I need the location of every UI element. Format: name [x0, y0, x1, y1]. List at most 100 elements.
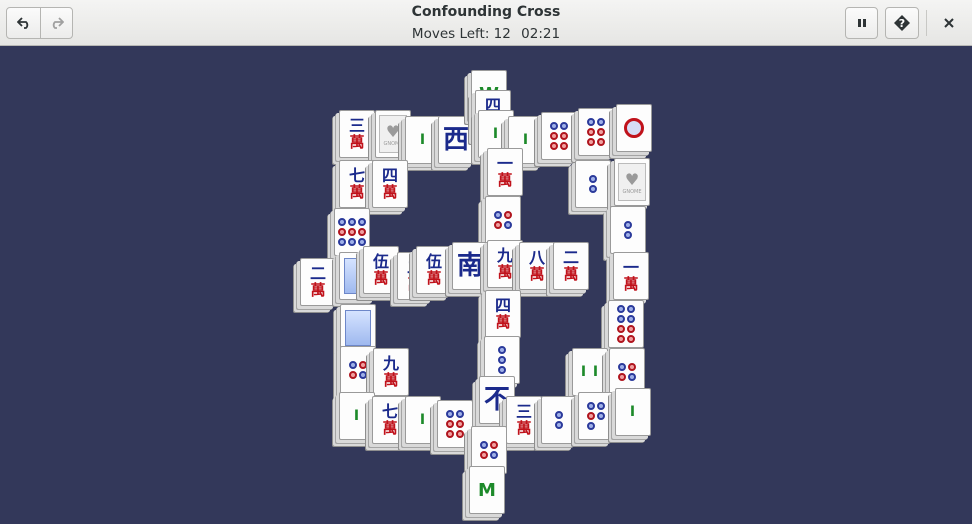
gnome-foot-symbol: ♥ [385, 121, 401, 141]
tile-wan-glyph: 萬 [529, 265, 545, 283]
tile-wan-glyph: 萬 [623, 275, 639, 293]
tile-wan-glyph: 萬 [495, 313, 511, 331]
circle-dots [618, 363, 636, 381]
circle-dot-icon [338, 228, 346, 236]
tile-wan-glyph: 萬 [497, 263, 513, 281]
circle-icon [624, 118, 644, 138]
mahjong-tile[interactable]: 三萬 [506, 396, 542, 444]
circle-dot-icon [587, 402, 595, 410]
mahjong-tile[interactable] [541, 396, 577, 444]
mahjong-tile[interactable] [437, 400, 473, 448]
circle-dot-icon [348, 228, 356, 236]
circle-dot-icon [494, 221, 502, 229]
mahjong-tile[interactable]: M [469, 466, 505, 514]
mahjong-tile[interactable]: 三萬 [339, 110, 375, 158]
mahjong-tile[interactable]: 四萬 [485, 290, 521, 338]
mahjong-tile[interactable]: 七萬 [339, 160, 375, 208]
circle-dot-icon [560, 122, 568, 130]
circle-dot-icon [550, 132, 558, 140]
mahjong-tile[interactable]: 二萬 [300, 258, 336, 306]
circle-dots [617, 305, 635, 343]
timer: 02:21 [521, 26, 561, 42]
mahjong-tile[interactable]: 八萬 [519, 242, 555, 290]
tile-wan-glyph: 萬 [516, 419, 532, 437]
mahjong-tile[interactable]: ♥ GNOME [614, 158, 650, 206]
circle-dots [338, 218, 366, 246]
circle-dot-icon [617, 305, 625, 313]
circle-dot-icon [587, 128, 595, 136]
circle-dot-icon [618, 373, 626, 381]
circle-dots [587, 118, 605, 146]
circle-dot-icon [555, 421, 563, 429]
mahjong-tile[interactable]: I [615, 388, 651, 436]
tile-number-glyph: 二 [562, 248, 579, 267]
header-separator [926, 10, 927, 36]
mahjong-tile[interactable] [485, 196, 521, 244]
circle-dot-icon [456, 420, 464, 428]
mahjong-tile[interactable] [541, 112, 577, 160]
mahjong-tile[interactable]: 一萬 [487, 148, 523, 196]
circle-dots [589, 175, 597, 193]
circle-dot-icon [359, 371, 367, 379]
mahjong-tile[interactable]: 四萬 [372, 160, 408, 208]
mahjong-tile[interactable]: 伍萬 [363, 246, 399, 294]
mahjong-tile[interactable] [578, 108, 614, 156]
circle-dot-icon [587, 118, 595, 126]
mahjong-tile[interactable]: I [405, 396, 441, 444]
header-bar: Confounding Cross Moves Left: 12 02:21 ? [0, 0, 972, 46]
close-button[interactable] [934, 7, 964, 39]
mahjong-tile[interactable] [340, 304, 376, 352]
mahjong-tile[interactable]: I [339, 392, 375, 440]
pause-button[interactable] [845, 7, 878, 39]
circle-dot-icon [624, 221, 632, 229]
circle-dot-icon [597, 412, 605, 420]
circle-dot-icon [359, 361, 367, 369]
tile-wind-glyph: M [478, 479, 496, 501]
circle-dot-icon [490, 441, 498, 449]
gnome-label: GNOME [383, 140, 403, 147]
circle-dot-icon [504, 221, 512, 229]
tile-honor-glyph: 南 [456, 251, 483, 281]
mahjong-tile[interactable] [575, 160, 611, 208]
circle-dot-icon [494, 211, 502, 219]
circle-dots [498, 346, 506, 374]
circle-dot-icon [358, 228, 366, 236]
circle-dot-icon [597, 402, 605, 410]
tile-wan-glyph: 萬 [382, 183, 398, 201]
window-subtitle: Moves Left: 12 02:21 [0, 26, 972, 42]
circle-dot-icon [627, 305, 635, 313]
circle-dot-icon [560, 142, 568, 150]
mahjong-tile[interactable]: I I [572, 348, 608, 396]
mahjong-tile[interactable] [616, 104, 652, 152]
mahjong-tile[interactable]: 九萬 [373, 348, 409, 396]
circle-dot-icon [597, 118, 605, 126]
tile-wan-glyph: 萬 [383, 371, 399, 389]
circle-dot-icon [358, 238, 366, 246]
mahjong-tile[interactable]: 西 [438, 116, 474, 164]
mahjong-tile[interactable] [610, 206, 646, 254]
mahjong-tile[interactable]: 一萬 [613, 252, 649, 300]
mahjongg-board: 三萬♥GNOMEI西W四萬II七萬四萬♥GNOME一萬二萬伍萬二萬伍萬南九萬八萬… [0, 46, 972, 524]
mahjong-tile[interactable]: 九萬 [487, 240, 523, 288]
circle-dot-icon [617, 315, 625, 323]
hint-button[interactable]: ? [885, 7, 919, 39]
tile-number-glyph: 伍 [372, 252, 389, 271]
tile-number-glyph: 三 [348, 116, 365, 135]
mahjong-tile[interactable] [578, 392, 614, 440]
circle-dot-icon [480, 441, 488, 449]
circle-dot-icon [627, 325, 635, 333]
tile-number-glyph: 七 [348, 166, 365, 185]
mahjong-tile[interactable] [608, 300, 644, 348]
tile-number-glyph: 二 [309, 264, 326, 283]
circle-dot-icon [589, 185, 597, 193]
mahjong-tile[interactable]: 二萬 [553, 242, 589, 290]
mahjong-tile[interactable]: 伍萬 [416, 246, 452, 294]
mahjong-tile[interactable] [340, 346, 376, 394]
circle-dot-icon [358, 218, 366, 226]
circle-dot-icon [338, 218, 346, 226]
mahjong-tile[interactable]: 南 [452, 242, 488, 290]
mahjong-tile[interactable]: I [405, 116, 441, 164]
circle-dots [446, 410, 464, 438]
circle-dots [494, 211, 512, 229]
mahjong-tile[interactable]: 七萬 [372, 396, 408, 444]
